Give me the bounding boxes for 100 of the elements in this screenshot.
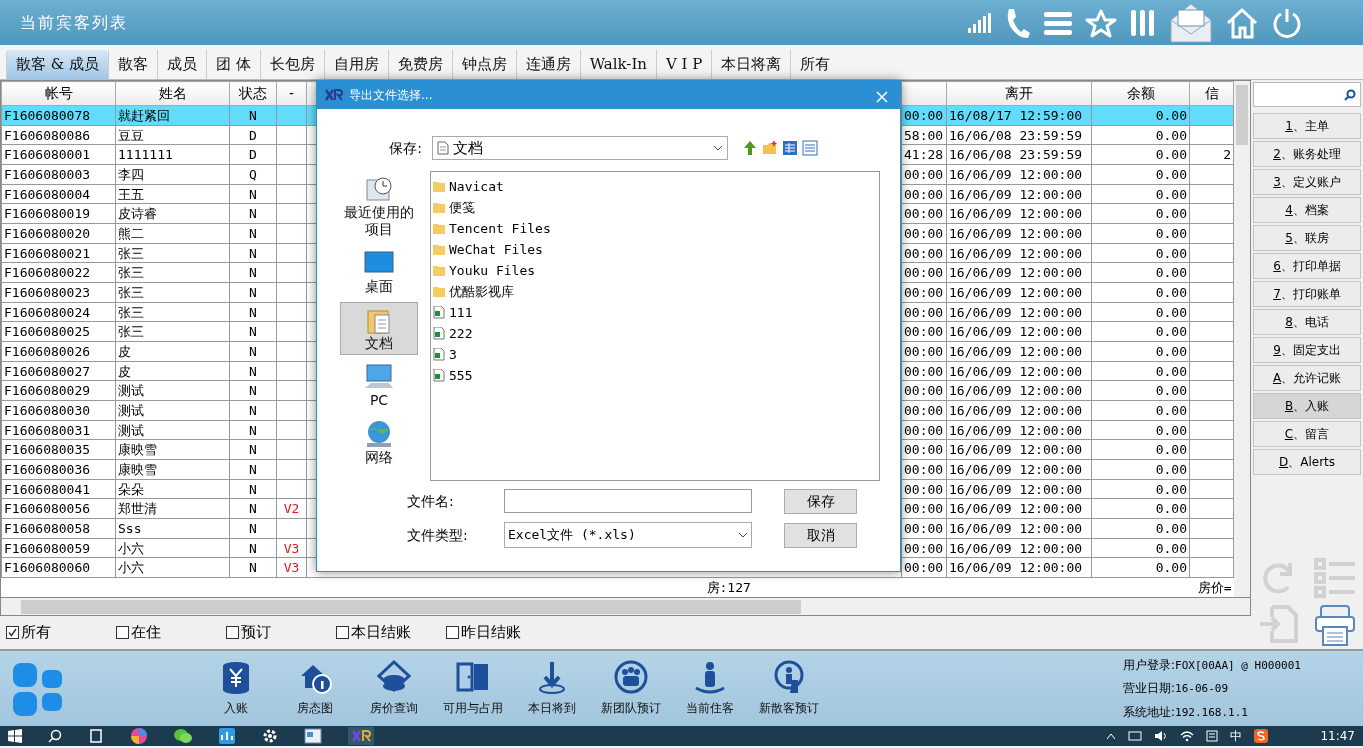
file-item[interactable]: 便笺: [449, 197, 475, 218]
signal-icon[interactable]: [967, 11, 991, 34]
search-field[interactable]: [1253, 82, 1361, 107]
side-button[interactable]: 3、定义账户: [1253, 169, 1361, 195]
column-header[interactable]: 离开: [946, 81, 1092, 106]
column-header[interactable]: 状态: [229, 81, 277, 106]
window-app-icon[interactable]: [304, 728, 322, 744]
windows-icon[interactable]: [8, 729, 22, 743]
horizontal-scrollbar[interactable]: [0, 598, 1251, 616]
tab[interactable]: 本日将离: [711, 49, 791, 79]
side-button[interactable]: 9、固定支出: [1253, 337, 1361, 363]
side-button[interactable]: B、入账: [1253, 393, 1361, 419]
tab[interactable]: V I P: [656, 49, 712, 79]
checkbox[interactable]: [336, 625, 349, 639]
place-item[interactable]: PC: [340, 359, 418, 412]
toolbar-button[interactable]: 可用与占用: [433, 660, 512, 717]
column-header[interactable]: 帐号: [1, 81, 116, 106]
details-view-icon[interactable]: [782, 140, 798, 156]
side-button[interactable]: 2、账务处理: [1253, 141, 1361, 167]
checkbox-label[interactable]: 本日结账: [351, 621, 411, 644]
file-item[interactable]: Youku Files: [449, 260, 536, 281]
location-dropdown[interactable]: 文档: [432, 136, 728, 160]
input-method-indicator[interactable]: 中: [1230, 727, 1243, 745]
toolbar-button[interactable]: 新团队预订: [591, 660, 670, 717]
file-item[interactable]: 222: [449, 323, 473, 344]
file-item[interactable]: Tencent Files: [449, 218, 551, 239]
side-button[interactable]: A、允许记账: [1253, 365, 1361, 391]
column-header[interactable]: 信: [1189, 81, 1234, 106]
filename-field[interactable]: [504, 489, 752, 513]
file-item[interactable]: WeChat Files: [449, 239, 543, 260]
toolbar-button[interactable]: 新散客预订: [749, 660, 828, 717]
toolbar-button[interactable]: 房态图: [275, 660, 354, 717]
file-list[interactable]: Navicat 便笺 Tencent Files WeChat Files Youku Files 优酷影视库 111 222 3 555: [430, 171, 880, 481]
side-button[interactable]: C、留言: [1253, 421, 1361, 447]
side-button[interactable]: 8、电话: [1253, 309, 1361, 335]
wifi-icon[interactable]: [1180, 730, 1195, 742]
checkbox-label[interactable]: 在住: [131, 621, 161, 644]
chat-icon[interactable]: [174, 728, 192, 744]
tab[interactable]: 钟点房: [451, 49, 516, 79]
file-item[interactable]: Navicat: [449, 176, 504, 197]
file-type-dropdown[interactable]: Excel文件 (*.xls): [504, 522, 752, 548]
task-view-icon[interactable]: [88, 729, 104, 743]
power-icon[interactable]: [1271, 6, 1303, 39]
side-button[interactable]: D、Alerts: [1253, 449, 1361, 475]
toolbar-button[interactable]: 当前住客: [670, 660, 749, 717]
pinwheel-icon[interactable]: [130, 727, 148, 745]
star-icon[interactable]: [1085, 7, 1117, 38]
place-item[interactable]: 桌面: [340, 245, 418, 298]
app-logo-icon[interactable]: [348, 727, 374, 745]
input-app-icon[interactable]: [1254, 729, 1269, 743]
side-button[interactable]: 4、档案: [1253, 197, 1361, 223]
settings-icon[interactable]: [262, 728, 278, 744]
new-folder-icon[interactable]: [762, 140, 778, 156]
file-item[interactable]: 111: [449, 302, 473, 323]
chart-app-icon[interactable]: [218, 727, 236, 745]
checkbox[interactable]: [446, 625, 459, 639]
checkbox[interactable]: [226, 625, 239, 639]
checkbox[interactable]: [116, 625, 129, 639]
tab[interactable]: 散客: [107, 49, 157, 79]
volume-icon[interactable]: [1154, 730, 1169, 742]
mail-icon[interactable]: [1169, 1, 1213, 44]
menu-icon[interactable]: [1043, 9, 1073, 36]
side-button[interactable]: 5、联房: [1253, 225, 1361, 251]
cancel-button[interactable]: 取消: [784, 522, 857, 548]
tab[interactable]: 自用房: [323, 49, 388, 79]
place-item[interactable]: 文档: [340, 302, 418, 355]
toolbar-button[interactable]: 本日将到: [512, 660, 591, 717]
checkbox-label[interactable]: 所有: [21, 621, 51, 644]
notes-icon[interactable]: [1206, 730, 1219, 742]
tab[interactable]: 所有: [790, 49, 840, 79]
search-icon[interactable]: [48, 729, 62, 743]
column-header[interactable]: 姓名: [115, 81, 230, 106]
file-item[interactable]: 优酷影视库: [449, 281, 514, 302]
tab[interactable]: 散客 & 成员: [6, 49, 108, 79]
tab[interactable]: 免费房: [387, 49, 452, 79]
side-button[interactable]: 7、打印账单: [1253, 281, 1361, 307]
place-item[interactable]: 最近使用的项目: [340, 171, 418, 241]
clock[interactable]: 11:47: [1320, 727, 1355, 745]
columns-icon[interactable]: [1129, 7, 1157, 38]
tab[interactable]: 连通房: [515, 49, 580, 79]
toolbar-button[interactable]: 入账: [196, 660, 275, 717]
printer-icon[interactable]: [1313, 603, 1357, 647]
file-item[interactable]: 555: [449, 365, 473, 386]
column-header[interactable]: 余额: [1091, 81, 1190, 106]
place-item[interactable]: 网络: [340, 416, 418, 469]
tab[interactable]: 成员: [156, 49, 206, 79]
up-folder-icon[interactable]: [742, 140, 758, 156]
list-view-icon[interactable]: [802, 140, 818, 156]
network-icon[interactable]: [1128, 730, 1143, 742]
save-button[interactable]: 保存: [784, 488, 857, 514]
checkbox-label[interactable]: 预订: [241, 621, 271, 644]
side-button[interactable]: 6、打印单据: [1253, 253, 1361, 279]
checkbox[interactable]: [6, 625, 19, 639]
tab[interactable]: Walk-In: [579, 49, 656, 79]
tab[interactable]: 团 体: [205, 49, 260, 79]
toolbar-button[interactable]: 房价查询: [354, 660, 433, 717]
home-icon[interactable]: [1225, 5, 1259, 40]
file-item[interactable]: 3: [449, 344, 457, 365]
tab[interactable]: 长包房: [259, 49, 324, 79]
checkbox-label[interactable]: 昨日结账: [461, 621, 521, 644]
